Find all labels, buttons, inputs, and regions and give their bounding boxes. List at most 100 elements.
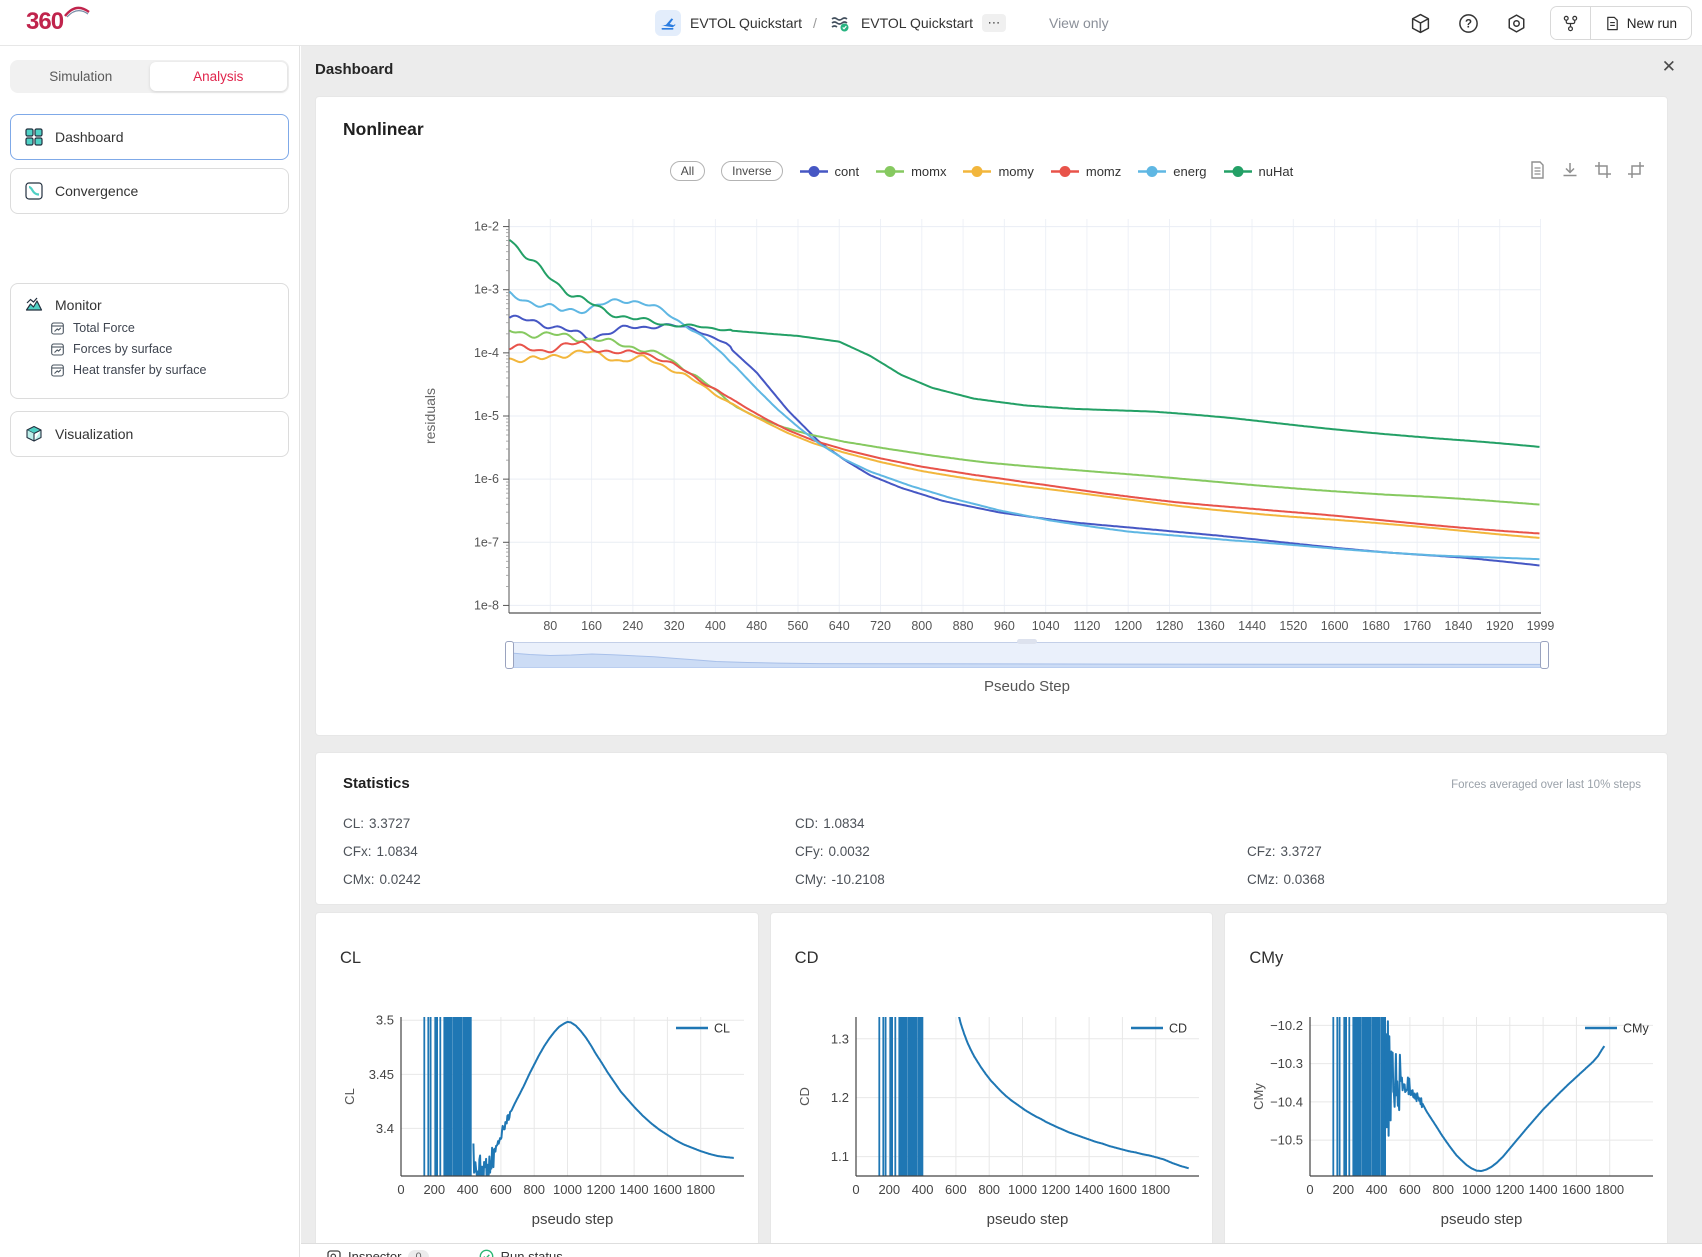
resources-cube-icon[interactable] bbox=[1410, 12, 1432, 34]
project-chip[interactable] bbox=[655, 10, 681, 36]
sidebar-item-dashboard[interactable]: Dashboard bbox=[10, 114, 289, 160]
app-logo[interactable]: 360 bbox=[26, 8, 63, 36]
legend-item-cont[interactable]: cont bbox=[799, 164, 860, 179]
cmy-panel: CMy 020040060080010001200140016001800−10… bbox=[1224, 912, 1668, 1257]
legend-item-momy[interactable]: momy bbox=[962, 164, 1033, 179]
legend-marker bbox=[962, 165, 992, 178]
slider-handle-right[interactable] bbox=[1540, 641, 1549, 669]
legend-item-momx[interactable]: momx bbox=[875, 164, 946, 179]
fork-run-button[interactable] bbox=[1551, 7, 1591, 39]
stat-cmx: CMx:0.0242 bbox=[343, 872, 795, 887]
legend-filter-inverse[interactable]: Inverse bbox=[721, 161, 782, 181]
slider-handle-left[interactable] bbox=[505, 641, 514, 669]
svg-text:pseudo step: pseudo step bbox=[1441, 1211, 1523, 1228]
legend-marker bbox=[1223, 165, 1253, 178]
chart-data-file-icon[interactable] bbox=[1528, 161, 1546, 179]
monitor-forces-by-surface[interactable]: Forces by surface bbox=[51, 342, 274, 356]
legend-label: cont bbox=[835, 164, 860, 179]
new-run-button[interactable]: New run bbox=[1591, 16, 1691, 31]
residuals-legend: All Inverse cont momx momy momz energ nuHat bbox=[436, 161, 1527, 181]
inspector-button[interactable]: Inspector 0 bbox=[327, 1249, 429, 1257]
run-status-button[interactable]: Run status bbox=[479, 1249, 563, 1257]
crop-flipped-icon[interactable] bbox=[1627, 161, 1645, 179]
residuals-chart[interactable]: 1e-21e-31e-41e-51e-61e-71e-8801602403204… bbox=[416, 193, 1661, 643]
tab-simulation[interactable]: Simulation bbox=[12, 62, 150, 91]
sidebar-item-visualization[interactable]: Visualization bbox=[10, 411, 289, 457]
svg-text:3.45: 3.45 bbox=[369, 1067, 394, 1082]
svg-text:1200: 1200 bbox=[1114, 619, 1142, 633]
stat-cfx: CFx:1.0834 bbox=[343, 844, 795, 859]
new-run-label: New run bbox=[1627, 16, 1677, 31]
statistics-grid: CL:3.3727 CD:1.0834 CFx:1.0834 CFy:0.003… bbox=[343, 809, 1647, 893]
svg-text:800: 800 bbox=[1433, 1182, 1455, 1197]
cd-title: CD bbox=[795, 949, 819, 968]
cmy-chart[interactable]: 020040060080010001200140016001800−10.2−1… bbox=[1245, 1008, 1665, 1243]
svg-text:1600: 1600 bbox=[1321, 619, 1349, 633]
legend-item-momz[interactable]: momz bbox=[1050, 164, 1121, 179]
svg-text:1999: 1999 bbox=[1527, 619, 1555, 633]
mini-chart-icon bbox=[51, 322, 64, 335]
cd-chart[interactable]: 0200400600800100012001400160018001.11.21… bbox=[791, 1008, 1211, 1243]
svg-text:200: 200 bbox=[878, 1182, 900, 1197]
legend-item-energ[interactable]: energ bbox=[1137, 164, 1206, 179]
cl-chart[interactable]: 0200400600800100012001400160018003.43.45… bbox=[336, 1008, 756, 1243]
visualization-box-icon bbox=[25, 425, 43, 443]
svg-text:1200: 1200 bbox=[1496, 1182, 1525, 1197]
monitor-child-label: Heat transfer by surface bbox=[73, 363, 206, 377]
range-slider[interactable] bbox=[509, 642, 1545, 668]
sidebar: Simulation Analysis Dashboard Convergenc… bbox=[0, 46, 300, 1257]
statistics-title: Statistics bbox=[343, 775, 410, 792]
breadcrumb-run[interactable]: EVTOL Quickstart bbox=[861, 15, 973, 31]
svg-text:1e-4: 1e-4 bbox=[474, 346, 499, 360]
svg-text:1600: 1600 bbox=[1108, 1182, 1137, 1197]
monitor-heat-transfer[interactable]: Heat transfer by surface bbox=[51, 363, 274, 377]
legend-marker bbox=[1050, 165, 1080, 178]
download-icon[interactable] bbox=[1561, 161, 1579, 179]
settings-gear-icon[interactable] bbox=[1506, 12, 1528, 34]
legend-label: energ bbox=[1173, 164, 1206, 179]
breadcrumb-more-button[interactable]: ⋯ bbox=[982, 14, 1006, 32]
stat-cfy: CFy:0.0032 bbox=[795, 844, 1247, 859]
new-run-group: New run bbox=[1550, 6, 1692, 40]
legend-item-nuHat[interactable]: nuHat bbox=[1223, 164, 1294, 179]
svg-text:400: 400 bbox=[911, 1182, 933, 1197]
sidebar-item-convergence[interactable]: Convergence bbox=[10, 168, 289, 214]
crop-icon[interactable] bbox=[1594, 161, 1612, 179]
svg-text:320: 320 bbox=[664, 619, 685, 633]
logo-swoosh bbox=[64, 4, 90, 18]
legend-filter-all[interactable]: All bbox=[670, 161, 705, 181]
legend-marker bbox=[875, 165, 905, 178]
svg-text:640: 640 bbox=[829, 619, 850, 633]
svg-text:1760: 1760 bbox=[1403, 619, 1431, 633]
monitor-icon bbox=[25, 296, 43, 314]
header-actions: ? New run bbox=[1410, 0, 1692, 46]
svg-text:1.2: 1.2 bbox=[831, 1090, 849, 1105]
svg-text:3.4: 3.4 bbox=[376, 1121, 394, 1136]
svg-text:600: 600 bbox=[490, 1182, 512, 1197]
svg-text:200: 200 bbox=[1333, 1182, 1355, 1197]
mode-tabs: Simulation Analysis bbox=[10, 60, 289, 93]
breadcrumb-project[interactable]: EVTOL Quickstart bbox=[690, 15, 802, 31]
svg-text:240: 240 bbox=[622, 619, 643, 633]
monitor-header[interactable]: Monitor bbox=[25, 296, 274, 314]
close-icon[interactable]: ✕ bbox=[1662, 57, 1676, 77]
range-slider-overview bbox=[509, 642, 1545, 668]
svg-text:−10.4: −10.4 bbox=[1270, 1094, 1303, 1109]
svg-text:CD: CD bbox=[797, 1087, 812, 1106]
help-icon[interactable]: ? bbox=[1458, 12, 1480, 34]
svg-text:CD: CD bbox=[1169, 1022, 1187, 1036]
tab-analysis[interactable]: Analysis bbox=[150, 62, 288, 91]
chart-toolbar bbox=[1528, 161, 1645, 179]
svg-text:1520: 1520 bbox=[1279, 619, 1307, 633]
breadcrumb: EVTOL Quickstart / EVTOL Quickstart ⋯ Vi… bbox=[655, 0, 1109, 46]
svg-text:−10.3: −10.3 bbox=[1270, 1056, 1303, 1071]
waves-icon bbox=[830, 13, 850, 33]
monitor-total-force[interactable]: Total Force bbox=[51, 321, 274, 335]
svg-text:0: 0 bbox=[397, 1182, 404, 1197]
run-chip[interactable] bbox=[828, 11, 852, 35]
svg-text:1920: 1920 bbox=[1486, 619, 1514, 633]
slider-grip[interactable] bbox=[1017, 639, 1037, 644]
stat-cmz: CMz:0.0368 bbox=[1247, 872, 1647, 887]
svg-text:1600: 1600 bbox=[653, 1182, 682, 1197]
run-status-check-icon bbox=[479, 1249, 494, 1257]
